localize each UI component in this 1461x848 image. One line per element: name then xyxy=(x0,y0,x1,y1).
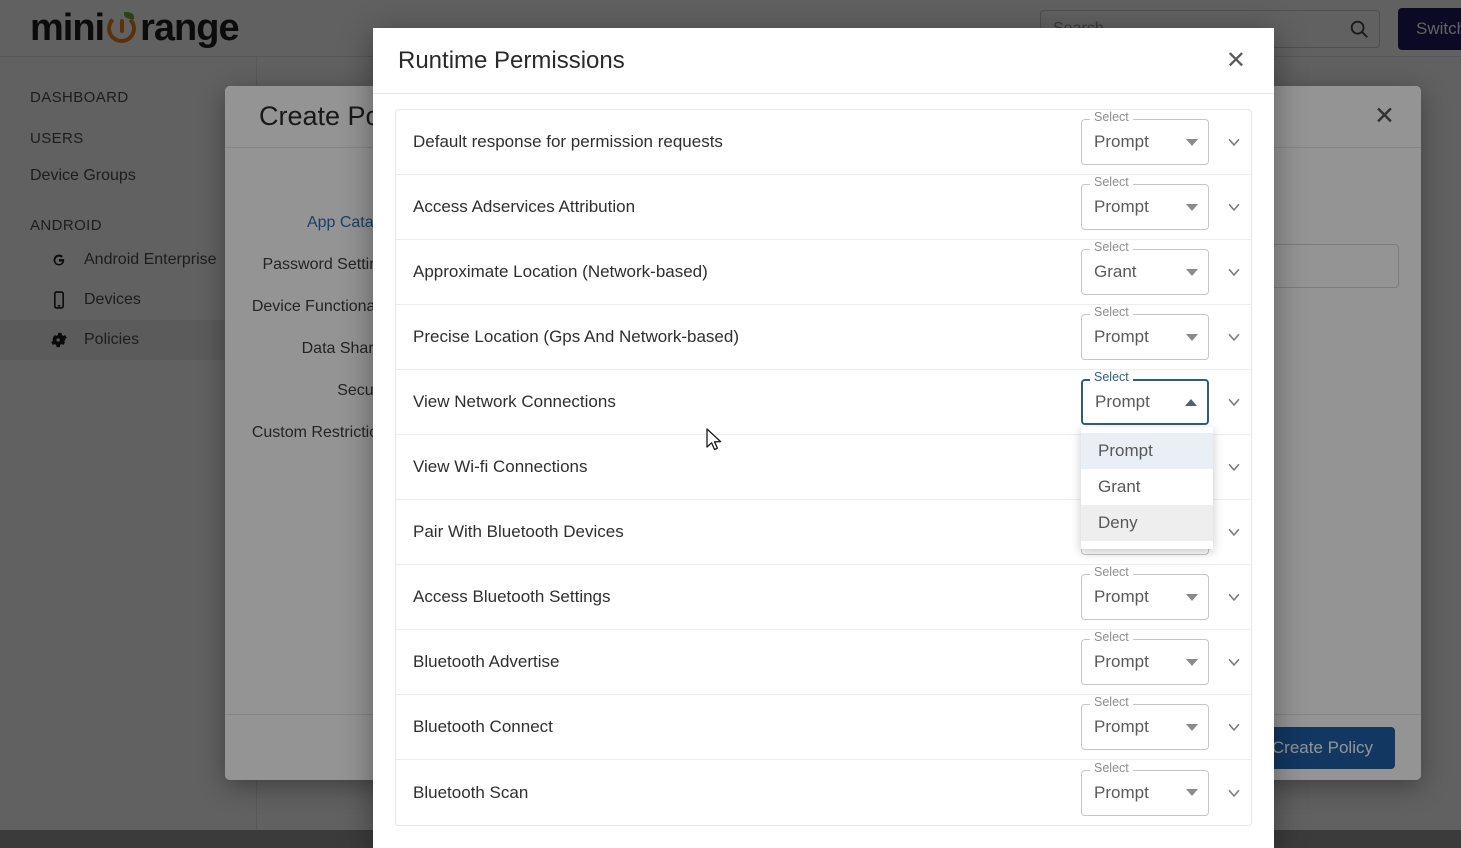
chevron-down-icon[interactable] xyxy=(1186,659,1198,666)
expand-row-chevron-down-icon[interactable] xyxy=(1217,133,1251,151)
permission-label: Default response for permission requests xyxy=(413,132,1081,152)
select-value: Prompt xyxy=(1094,652,1186,672)
select-value: Prompt xyxy=(1094,327,1186,347)
chevron-down-icon[interactable] xyxy=(1186,334,1198,341)
permission-label: Access Bluetooth Settings xyxy=(413,587,1081,607)
runtime-permissions-modal: Runtime Permissions ✕ Default response f… xyxy=(373,28,1274,848)
permission-label: Access Adservices Attribution xyxy=(413,197,1081,217)
permission-label: View Wi-fi Connections xyxy=(413,457,1081,477)
table-row: Bluetooth ScanPromptSelect xyxy=(396,760,1251,825)
expand-row-chevron-down-icon[interactable] xyxy=(1217,263,1251,281)
chevron-down-icon[interactable] xyxy=(1186,204,1198,211)
select-box[interactable]: Prompt xyxy=(1081,184,1209,230)
select-legend: Select xyxy=(1090,176,1133,189)
permissions-card: Default response for permission requests… xyxy=(395,109,1252,826)
select-legend: Select xyxy=(1090,566,1133,579)
select-value: Prompt xyxy=(1095,392,1185,412)
expand-row-chevron-down-icon[interactable] xyxy=(1217,588,1251,606)
expand-row-chevron-down-icon[interactable] xyxy=(1217,393,1251,411)
chevron-down-icon[interactable] xyxy=(1186,139,1198,146)
permission-response-select[interactable]: PromptSelect xyxy=(1081,770,1209,816)
expand-row-chevron-down-icon[interactable] xyxy=(1217,523,1251,541)
select-box[interactable]: Prompt xyxy=(1081,704,1209,750)
select-box[interactable]: Prompt xyxy=(1081,119,1209,165)
select-legend: Select xyxy=(1090,371,1133,384)
permission-label: Precise Location (Gps And Network-based) xyxy=(413,327,1081,347)
dropdown-option[interactable]: Grant xyxy=(1081,469,1213,505)
select-legend: Select xyxy=(1090,111,1133,124)
select-value: Prompt xyxy=(1094,783,1186,803)
runtime-permissions-list: Default response for permission requests… xyxy=(373,94,1274,848)
chevron-up-icon[interactable] xyxy=(1185,399,1197,406)
permission-response-select[interactable]: PromptSelectPromptGrantDeny xyxy=(1081,379,1209,425)
expand-row-chevron-down-icon[interactable] xyxy=(1217,653,1251,671)
select-legend: Select xyxy=(1090,306,1133,319)
select-legend: Select xyxy=(1090,631,1133,644)
permission-label: Bluetooth Advertise xyxy=(413,652,1081,672)
permission-response-select[interactable]: PromptSelect xyxy=(1081,314,1209,360)
chevron-down-icon[interactable] xyxy=(1186,269,1198,276)
select-box[interactable]: Prompt xyxy=(1081,574,1209,620)
table-row: Default response for permission requests… xyxy=(396,110,1251,175)
select-value: Prompt xyxy=(1094,587,1186,607)
permission-label: View Network Connections xyxy=(413,392,1081,412)
permission-response-select[interactable]: GrantSelect xyxy=(1081,249,1209,295)
select-box[interactable]: Prompt xyxy=(1081,379,1209,425)
permission-label: Pair With Bluetooth Devices xyxy=(413,522,1081,542)
close-icon[interactable]: ✕ xyxy=(1226,49,1246,73)
permission-label: Approximate Location (Network-based) xyxy=(413,262,1081,282)
chevron-down-icon[interactable] xyxy=(1186,789,1198,796)
mouse-cursor xyxy=(706,428,724,459)
dropdown-option[interactable]: Deny xyxy=(1081,505,1213,541)
select-value: Grant xyxy=(1094,262,1186,282)
permission-response-select[interactable]: PromptSelect xyxy=(1081,704,1209,750)
select-box[interactable]: Prompt xyxy=(1081,639,1209,685)
table-row: Access Adservices AttributionPromptSelec… xyxy=(396,175,1251,240)
table-row: Precise Location (Gps And Network-based)… xyxy=(396,305,1251,370)
table-row: Access Bluetooth SettingsPromptSelect xyxy=(396,565,1251,630)
select-box[interactable]: Prompt xyxy=(1081,314,1209,360)
expand-row-chevron-down-icon[interactable] xyxy=(1217,718,1251,736)
select-legend: Select xyxy=(1090,696,1133,709)
select-dropdown-panel: PromptGrantDeny xyxy=(1081,427,1213,549)
table-row: Approximate Location (Network-based)Gran… xyxy=(396,240,1251,305)
permission-response-select[interactable]: PromptSelect xyxy=(1081,574,1209,620)
page-title: Runtime Permissions xyxy=(398,47,625,75)
permission-response-select[interactable]: PromptSelect xyxy=(1081,184,1209,230)
dropdown-option[interactable]: Prompt xyxy=(1081,433,1213,469)
select-legend: Select xyxy=(1090,762,1133,775)
runtime-permissions-header: Runtime Permissions ✕ xyxy=(373,28,1274,94)
select-value: Prompt xyxy=(1094,132,1186,152)
chevron-down-icon[interactable] xyxy=(1186,724,1198,731)
expand-row-chevron-down-icon[interactable] xyxy=(1217,458,1251,476)
chevron-down-icon[interactable] xyxy=(1186,594,1198,601)
permission-label: Bluetooth Connect xyxy=(413,717,1081,737)
select-box[interactable]: Grant xyxy=(1081,249,1209,295)
table-row: Bluetooth ConnectPromptSelect xyxy=(396,695,1251,760)
select-value: Prompt xyxy=(1094,197,1186,217)
permission-label: Bluetooth Scan xyxy=(413,783,1081,803)
select-legend: Select xyxy=(1090,241,1133,254)
table-row: View Network ConnectionsPromptSelectProm… xyxy=(396,370,1251,435)
expand-row-chevron-down-icon[interactable] xyxy=(1217,198,1251,216)
expand-row-chevron-down-icon[interactable] xyxy=(1217,784,1251,802)
permission-response-select[interactable]: PromptSelect xyxy=(1081,119,1209,165)
permission-response-select[interactable]: PromptSelect xyxy=(1081,639,1209,685)
select-box[interactable]: Prompt xyxy=(1081,770,1209,816)
table-row: Bluetooth AdvertisePromptSelect xyxy=(396,630,1251,695)
expand-row-chevron-down-icon[interactable] xyxy=(1217,328,1251,346)
select-value: Prompt xyxy=(1094,717,1186,737)
